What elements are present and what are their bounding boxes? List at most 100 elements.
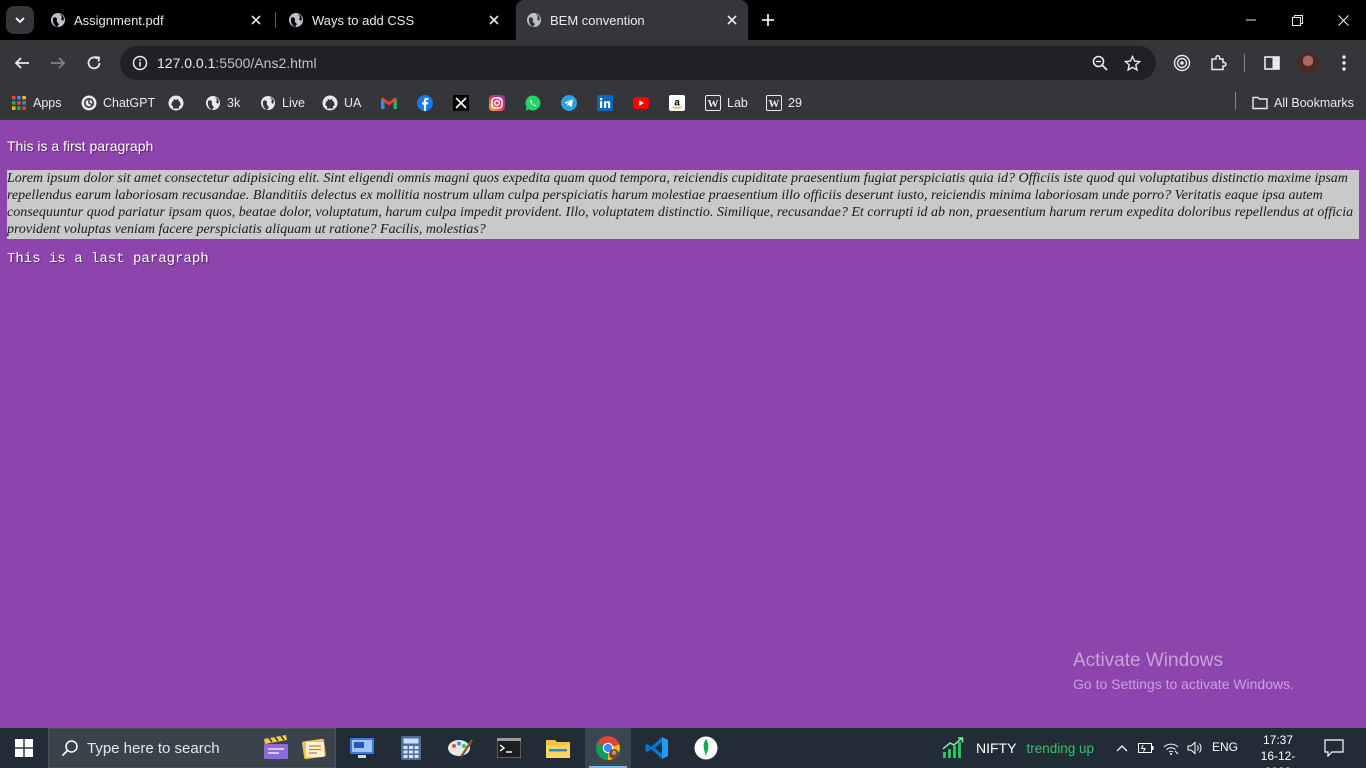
notes-app-icon[interactable] xyxy=(291,728,337,768)
close-window-button[interactable] xyxy=(1320,0,1366,40)
telegram-icon xyxy=(561,95,577,111)
linkedin-icon xyxy=(597,95,613,111)
gmail-icon xyxy=(381,95,397,111)
site-info-icon[interactable] xyxy=(128,51,152,75)
activate-windows-watermark: Activate Windows Go to Settings to activ… xyxy=(1073,650,1294,692)
tab-assignment[interactable]: Assignment.pdf xyxy=(40,0,272,40)
back-button[interactable] xyxy=(8,49,36,77)
tab-strip: Assignment.pdf Ways to add CSS BEM conve… xyxy=(0,0,1366,40)
address-bar[interactable]: 127.0.0.1:5500/Ans2.html xyxy=(120,46,1156,80)
restore-button[interactable] xyxy=(1274,0,1320,40)
reload-button[interactable] xyxy=(80,49,108,77)
bookmark-youtube[interactable] xyxy=(633,91,649,115)
tab-title: BEM convention xyxy=(550,12,645,28)
start-button[interactable] xyxy=(0,728,48,768)
windows-taskbar: Type here to search NIFTY trending up EN… xyxy=(0,728,1366,768)
tab-bem-convention[interactable]: BEM convention xyxy=(516,0,748,40)
tab-separator xyxy=(275,12,276,28)
tab-ways-to-add-css[interactable]: Ways to add CSS xyxy=(278,0,510,40)
extension-target-icon[interactable] xyxy=(1168,49,1196,77)
svg-text:W: W xyxy=(769,98,780,110)
globe-icon xyxy=(526,12,542,28)
tab-search-button[interactable] xyxy=(6,6,34,34)
all-bookmarks-button[interactable]: All Bookmarks xyxy=(1252,91,1354,115)
github-icon xyxy=(168,95,184,111)
calculator-app-icon[interactable] xyxy=(388,728,434,768)
widget-label: NIFTY xyxy=(976,740,1017,756)
globe-icon xyxy=(50,12,66,28)
side-panel-icon[interactable] xyxy=(1258,49,1286,77)
close-icon xyxy=(1337,14,1349,26)
url-text[interactable]: 127.0.0.1:5500/Ans2.html xyxy=(157,55,317,71)
language-indicator[interactable]: ENG xyxy=(1212,740,1238,754)
bookmarks-separator xyxy=(1235,92,1236,110)
terminal-app-icon[interactable] xyxy=(486,728,532,768)
bookmark-29[interactable]: W 29 xyxy=(766,91,802,115)
bookmark-label: 3k xyxy=(227,96,241,110)
bookmark-x[interactable] xyxy=(453,91,469,115)
close-icon[interactable] xyxy=(484,10,504,30)
x-icon xyxy=(453,95,469,111)
mongodb-app-icon[interactable] xyxy=(683,728,729,768)
apps-grid-icon xyxy=(11,95,27,111)
zoom-icon[interactable] xyxy=(1088,51,1112,75)
globe-icon xyxy=(288,12,304,28)
chevron-up-icon[interactable] xyxy=(1113,739,1131,757)
chrome-app-icon[interactable] xyxy=(585,728,631,768)
volume-icon[interactable] xyxy=(1186,739,1204,757)
bookmark-whatsapp[interactable] xyxy=(525,91,541,115)
close-icon[interactable] xyxy=(246,10,266,30)
instagram-icon xyxy=(489,95,505,111)
watermark-title: Activate Windows xyxy=(1073,650,1223,671)
restore-icon xyxy=(1291,14,1303,26)
globe-icon xyxy=(260,95,276,111)
notification-center-icon[interactable] xyxy=(1322,736,1346,760)
menu-kebab-icon[interactable] xyxy=(1330,49,1358,77)
minimize-icon xyxy=(1246,19,1256,21)
bookmark-label: UA xyxy=(344,96,362,110)
wordpress-icon: W xyxy=(705,95,721,111)
bookmark-live[interactable]: Live xyxy=(260,91,305,115)
watermark-subtitle: Go to Settings to activate Windows. xyxy=(1073,676,1294,692)
bookmark-apps[interactable]: Apps xyxy=(11,91,62,115)
remote-desktop-app-icon[interactable] xyxy=(339,728,385,768)
globe-icon xyxy=(205,95,221,111)
close-icon[interactable] xyxy=(722,10,742,30)
arrow-left-icon xyxy=(14,57,29,69)
bookmark-instagram[interactable] xyxy=(489,91,505,115)
svg-text:a: a xyxy=(674,98,680,109)
bookmark-chatgpt[interactable]: ChatGPT xyxy=(81,91,155,115)
widget-status: trending up xyxy=(1026,740,1095,756)
network-icon[interactable] xyxy=(1162,739,1180,757)
paint-app-icon[interactable] xyxy=(437,728,483,768)
file-explorer-app-icon[interactable] xyxy=(535,728,581,768)
bookmark-gmail[interactable] xyxy=(381,91,397,115)
battery-icon[interactable] xyxy=(1137,739,1155,757)
minimize-button[interactable] xyxy=(1228,0,1274,40)
first-paragraph: This is a first paragraph xyxy=(7,138,154,154)
wordpress-icon: W xyxy=(766,95,782,111)
extensions-puzzle-icon[interactable] xyxy=(1204,49,1232,77)
bookmark-3k[interactable]: 3k xyxy=(205,91,240,115)
clock-time: 17:37 xyxy=(1262,733,1294,747)
bookmark-linkedin[interactable] xyxy=(597,91,613,115)
url-host: 127.0.0.1 xyxy=(157,55,216,71)
bookmark-facebook[interactable] xyxy=(417,91,433,115)
trend-chart-icon xyxy=(942,737,964,758)
system-clock[interactable]: 17:37 16-12-2023 xyxy=(1249,732,1307,768)
forward-button[interactable] xyxy=(44,49,72,77)
bookmark-star-icon[interactable] xyxy=(1120,51,1144,75)
folder-icon xyxy=(1252,95,1268,111)
bookmark-ua[interactable]: UA xyxy=(322,91,361,115)
tab-title: Assignment.pdf xyxy=(74,12,164,28)
bookmark-github[interactable] xyxy=(168,91,184,115)
chevron-down-icon xyxy=(15,17,25,24)
bookmark-telegram[interactable] xyxy=(561,91,577,115)
profile-avatar[interactable] xyxy=(1297,52,1319,74)
vscode-app-icon[interactable] xyxy=(634,728,680,768)
bookmark-lab[interactable]: W Lab xyxy=(705,91,748,115)
bookmark-amazon[interactable]: a xyxy=(669,91,685,115)
clock-date: 16-12-2023 xyxy=(1260,749,1296,768)
new-tab-button[interactable] xyxy=(756,8,780,32)
stocks-widget[interactable]: NIFTY trending up xyxy=(942,728,1094,768)
